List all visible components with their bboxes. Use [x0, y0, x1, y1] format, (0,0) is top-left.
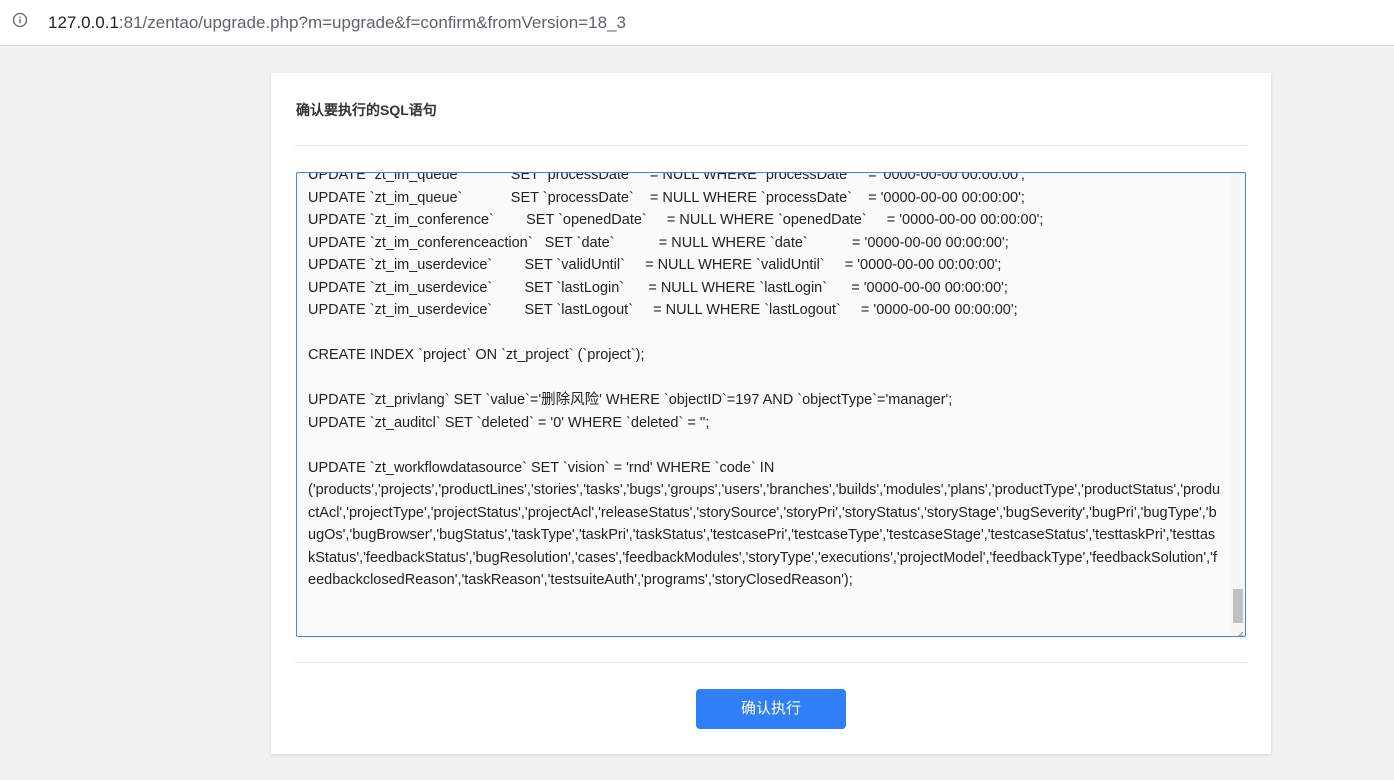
- resize-grip-icon[interactable]: [1235, 626, 1244, 636]
- confirm-sql-panel: 确认要执行的SQL语句 UPDATE `zt_im_queue` SET `pr…: [271, 73, 1271, 754]
- sql-text: UPDATE `zt_im_queue` SET `processDate` =…: [308, 172, 1221, 588]
- divider: [295, 662, 1247, 663]
- confirm-execute-button[interactable]: 确认执行: [696, 689, 846, 729]
- scrollbar[interactable]: [1231, 173, 1245, 636]
- sql-textarea[interactable]: UPDATE `zt_im_queue` SET `processDate` =…: [296, 172, 1246, 637]
- url-path: :81/zentao/upgrade.php?m=upgrade&f=confi…: [118, 13, 626, 32]
- info-icon[interactable]: [12, 12, 28, 28]
- panel-title: 确认要执行的SQL语句: [296, 102, 437, 118]
- url-host: 127.0.0.1: [48, 13, 119, 32]
- scrollbar-thumb[interactable]: [1233, 589, 1243, 623]
- url-text[interactable]: 127.0.0.1:81/zentao/upgrade.php?m=upgrad…: [48, 12, 626, 34]
- divider: [295, 145, 1247, 146]
- address-bar[interactable]: 127.0.0.1:81/zentao/upgrade.php?m=upgrad…: [0, 0, 1394, 46]
